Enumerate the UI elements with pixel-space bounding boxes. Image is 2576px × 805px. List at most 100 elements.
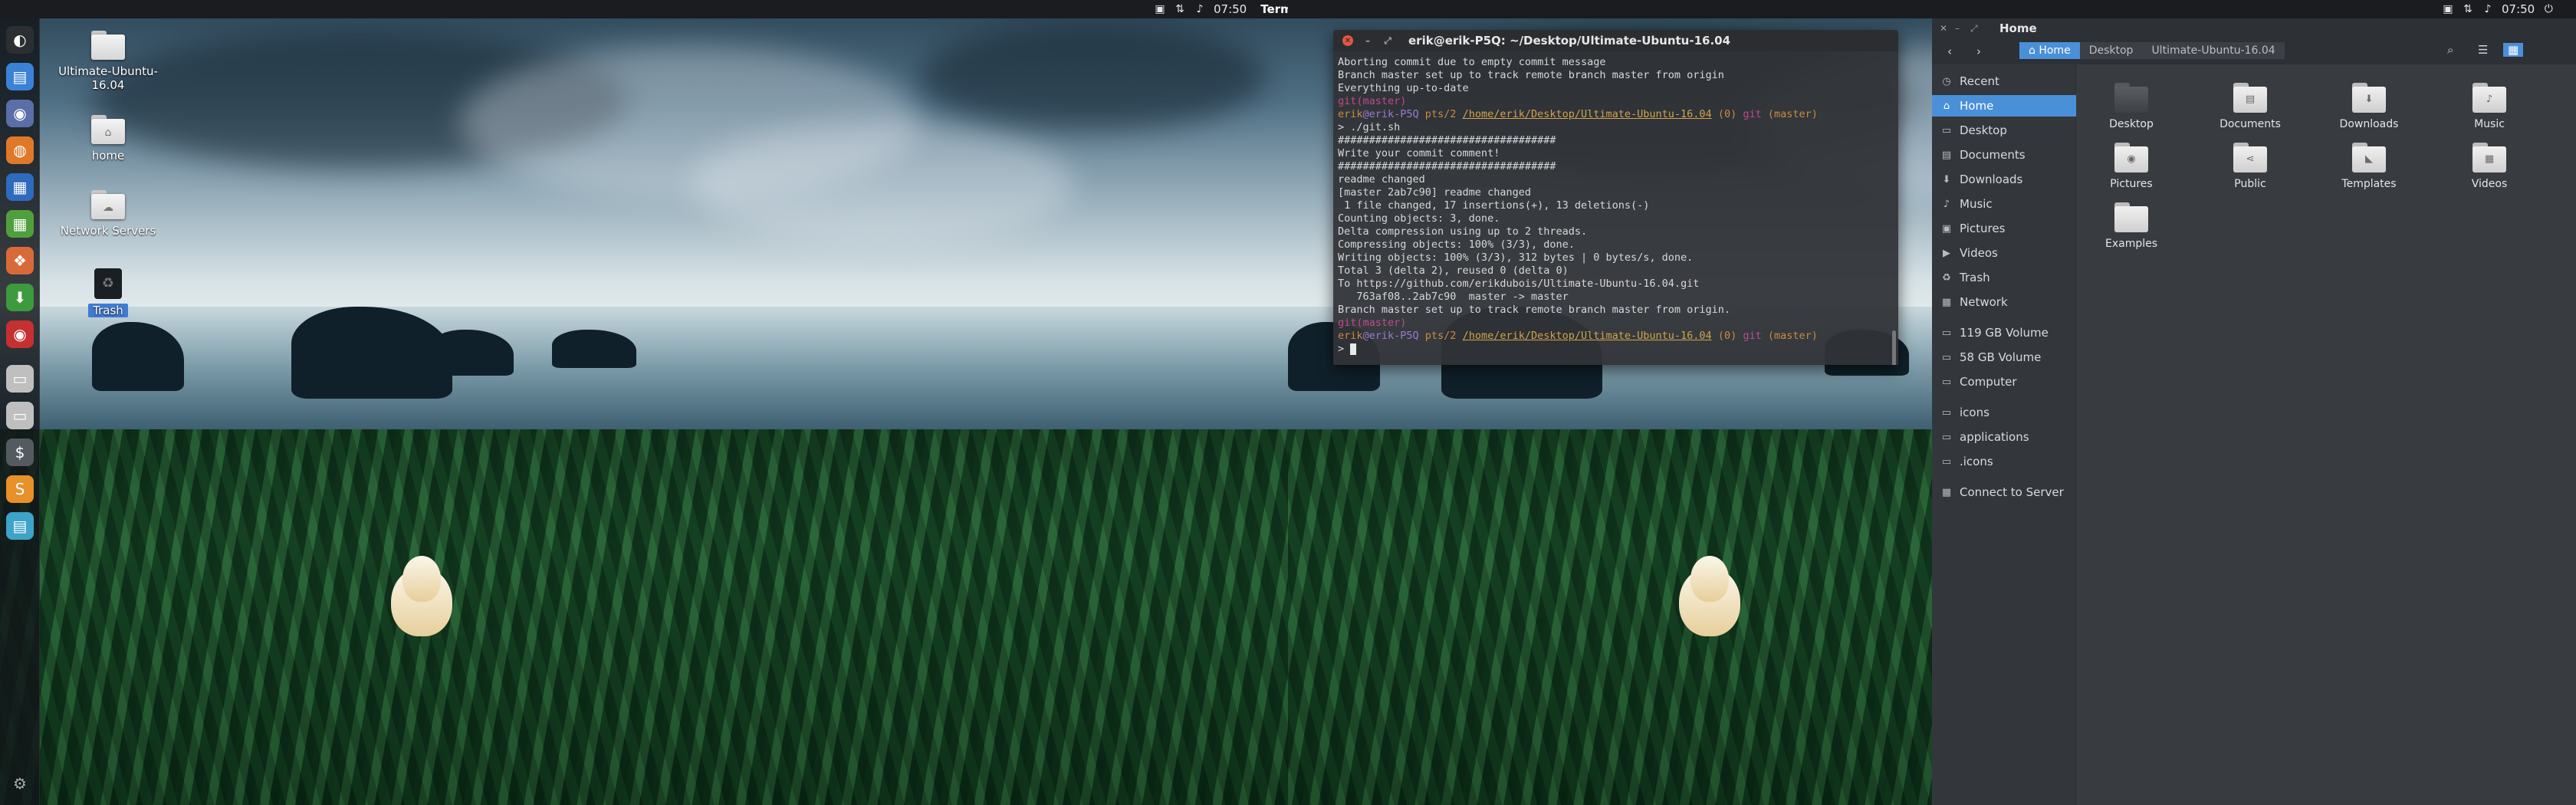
breadcrumb-ultimate-ubuntu[interactable]: Ultimate-Ubuntu-16.04 <box>2142 42 2285 59</box>
text-cursor <box>1350 343 1357 355</box>
back-icon[interactable]: ‹ <box>1947 44 1952 58</box>
sidebar-item-label: 119 GB Volume <box>1960 326 2049 340</box>
keyboard-icon[interactable]: ▣ <box>2442 3 2454 15</box>
folder-label: Templates <box>2341 178 2397 190</box>
folder-icon <box>2114 202 2148 233</box>
breadcrumb-home[interactable]: ⌂ Home <box>2019 42 2080 59</box>
file-manager-window[interactable]: ✕ – ⤢ Home ‹ › ⌂ Home Desktop Ultimate-U… <box>1932 18 2576 805</box>
terminal-window[interactable]: ✕ – ⤢ erik@erik-P5Q: ~/Desktop/Ultimate-… <box>1333 30 1898 365</box>
terminal-line: git(master) <box>1338 95 1894 108</box>
sidebar-item-trash[interactable]: ♻ Trash <box>1932 267 2076 288</box>
folder-music[interactable]: ♪ Music <box>2443 83 2535 130</box>
power-icon[interactable]: ⏻ <box>2542 3 2555 15</box>
maximize-button[interactable]: ⤢ <box>1382 35 1393 46</box>
folder-examples[interactable]: Examples <box>2085 202 2177 250</box>
drive-icon-2[interactable]: ▭ <box>6 402 34 429</box>
top-panel-left: ▣ ⇅ ♪ 07:50 Terminal <box>0 0 1316 18</box>
sidebar-item-label: Computer <box>1960 375 2017 389</box>
screen-recorder-icon[interactable]: ◉ <box>6 320 34 348</box>
settings-icon[interactable]: ⚙ <box>6 770 34 797</box>
minimize-button[interactable]: – <box>1955 23 1960 34</box>
dollar-app-icon[interactable]: $ <box>6 439 34 466</box>
forward-icon[interactable]: › <box>1976 44 1981 58</box>
folder-videos[interactable]: ▦ Videos <box>2443 143 2535 190</box>
sidebar-item-desktop[interactable]: ▭ Desktop <box>1932 120 2076 141</box>
network-icon[interactable]: ⇅ <box>2462 3 2474 15</box>
desktop-icon-ultimate-ubuntu[interactable]: Ultimate-Ubuntu-16.04 <box>51 31 166 92</box>
terminal-titlebar[interactable]: ✕ – ⤢ erik@erik-P5Q: ~/Desktop/Ultimate-… <box>1333 30 1898 51</box>
terminal-line: git(master) <box>1338 317 1894 330</box>
terminal-line: erik@erik-P5Q pts/2 /home/erik/Desktop/U… <box>1338 108 1894 121</box>
software-center-icon[interactable]: ⬇ <box>6 284 34 311</box>
prompt-status: (0) <box>1711 108 1743 120</box>
folder-desktop[interactable]: Desktop <box>2085 83 2177 130</box>
minimize-button[interactable]: – <box>1362 35 1373 46</box>
pictures-icon: ▣ <box>1941 222 1952 235</box>
sidebar-item-applications[interactable]: ▭ applications <box>1932 426 2076 448</box>
volume-icon: ▭ <box>1941 351 1952 363</box>
sidebar-item-pictures[interactable]: ▣ Pictures <box>1932 218 2076 239</box>
firefox-icon[interactable]: ◍ <box>6 136 34 164</box>
drive-icon[interactable]: ▭ <box>6 365 34 393</box>
calc-icon[interactable]: ▦ <box>6 210 34 238</box>
search-icon[interactable]: ⌕ <box>2447 43 2453 57</box>
folder-templates[interactable]: ◣ Templates <box>2323 143 2415 190</box>
sidebar-item-recent[interactable]: ◷ Recent <box>1932 71 2076 92</box>
folder-icon: ▤ <box>2233 83 2267 113</box>
sidebar-item-119-gb-volume[interactable]: ▭ 119 GB Volume <box>1932 322 2076 343</box>
breadcrumb-desktop[interactable]: Desktop <box>2079 42 2143 59</box>
sidebar-item-icons[interactable]: ▭ .icons <box>1932 451 2076 472</box>
files-icon[interactable]: ▤ <box>6 63 34 90</box>
sidebar-item-home[interactable]: ⌂ Home <box>1932 95 2076 117</box>
volume-icon[interactable]: ♪ <box>1194 3 1206 15</box>
close-button[interactable]: ✕ <box>1940 23 1947 34</box>
sidebar-item-58-gb-volume[interactable]: ▭ 58 GB Volume <box>1932 347 2076 368</box>
close-button[interactable]: ✕ <box>1342 35 1353 46</box>
sidebar-item-computer[interactable]: ▭ Computer <box>1932 371 2076 393</box>
desktop-icon-trash[interactable]: ♻ Trash <box>51 268 166 317</box>
desktop-icon-home[interactable]: ⌂ home <box>51 115 166 163</box>
folder-label: Desktop <box>2109 118 2154 130</box>
terminal-text: > ./git.sh <box>1338 121 1401 133</box>
terminal-text: readme changed <box>1338 173 1425 186</box>
dash-icon[interactable]: ◐ <box>6 26 34 54</box>
notes-icon[interactable]: ▤ <box>6 512 34 540</box>
terminal-line: Counting objects: 3, done. <box>1338 212 1894 225</box>
list-view-icon[interactable]: ☰ <box>2478 43 2488 57</box>
terminal-text: [master 2ab7c90] readme changed <box>1338 186 1531 199</box>
terminal-line: Aborting commit due to empty commit mess… <box>1338 56 1894 69</box>
network-icon: ▦ <box>1941 296 1952 308</box>
folder-icon: ◣ <box>2352 143 2386 173</box>
terminal-output[interactable]: Aborting commit due to empty commit mess… <box>1333 51 1898 360</box>
desktop-icon-network-servers[interactable]: ☁ Network Servers <box>51 190 166 238</box>
prompt-dir: /home/erik/Desktop/Ultimate-Ubuntu-16.04 <box>1462 108 1712 120</box>
folder-label: Downloads <box>2339 118 2399 130</box>
keyboard-icon[interactable]: ▣ <box>1154 3 1166 15</box>
folder-public[interactable]: ⋖ Public <box>2204 143 2296 190</box>
folder-documents[interactable]: ▤ Documents <box>2204 83 2296 130</box>
sidebar-item-connect-to-server[interactable]: ▦ Connect to Server <box>1932 481 2076 503</box>
writer-icon[interactable]: ▦ <box>6 173 34 201</box>
scrollbar[interactable] <box>1892 330 1896 365</box>
terminal-text: Compressing objects: 100% (3/3), done. <box>1338 238 1575 251</box>
volume-icon[interactable]: ♪ <box>2482 3 2494 15</box>
sidebar-item-documents[interactable]: ▤ Documents <box>1932 144 2076 166</box>
sublime-icon[interactable]: S <box>6 475 34 503</box>
ubuntu-tweak-icon[interactable]: ❖ <box>6 247 34 274</box>
sidebar-item-downloads[interactable]: ⬇ Downloads <box>1932 169 2076 190</box>
folder-pictures[interactable]: ◉ Pictures <box>2085 143 2177 190</box>
sidebar-item-network[interactable]: ▦ Network <box>1932 291 2076 313</box>
system-monitor-icon[interactable]: ◉ <box>6 100 34 127</box>
grid-view-icon[interactable]: ▦ <box>2503 43 2524 57</box>
clock[interactable]: 07:50 <box>1214 2 1247 16</box>
maximize-button[interactable]: ⤢ <box>1970 23 1978 34</box>
sidebar-item-label: Desktop <box>1960 123 2007 137</box>
sidebar-item-music[interactable]: ♪ Music <box>1932 193 2076 215</box>
clock[interactable]: 07:50 <box>2502 2 2535 16</box>
network-icon[interactable]: ⇅ <box>1174 3 1186 15</box>
file-manager-header[interactable]: ✕ – ⤢ Home ‹ › ⌂ Home Desktop Ultimate-U… <box>1932 18 2576 64</box>
folder-icon: ▭ <box>1941 406 1952 419</box>
sidebar-item-videos[interactable]: ▶ Videos <box>1932 242 2076 264</box>
sidebar-item-icons[interactable]: ▭ icons <box>1932 402 2076 423</box>
folder-downloads[interactable]: ⬇ Downloads <box>2323 83 2415 130</box>
